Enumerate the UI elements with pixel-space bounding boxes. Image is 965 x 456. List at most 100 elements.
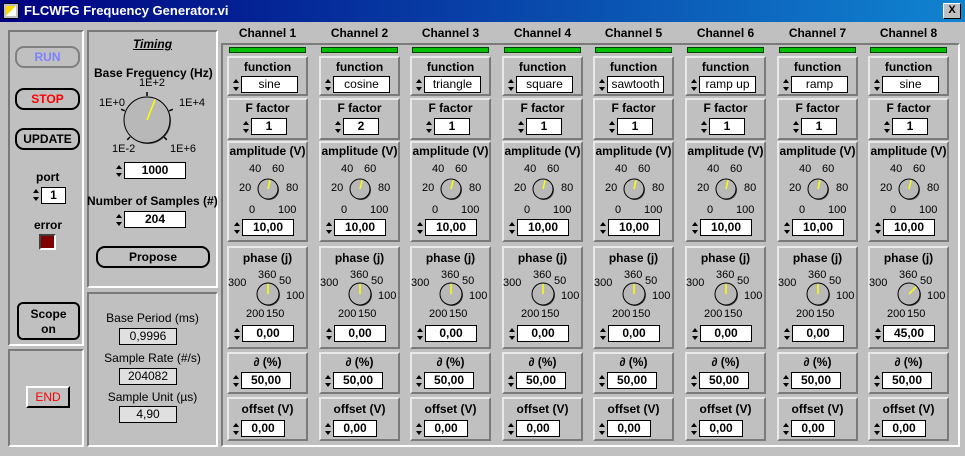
phase-value[interactable]: 0,00 — [517, 325, 569, 342]
duty-value[interactable]: 50,00 — [424, 372, 474, 389]
function-ring[interactable]: sine — [882, 76, 939, 93]
phase-stepper[interactable] — [875, 326, 882, 342]
offset-value[interactable]: 0,00 — [882, 420, 926, 437]
phase-knob[interactable] — [622, 282, 646, 306]
phase-stepper[interactable] — [509, 326, 516, 342]
function-stepper[interactable] — [599, 77, 606, 93]
offset-stepper[interactable] — [233, 421, 240, 437]
phase-stepper[interactable] — [326, 326, 333, 342]
ffactor-value[interactable]: 1 — [434, 118, 470, 135]
ffactor-stepper[interactable] — [518, 119, 525, 135]
duty-stepper[interactable] — [874, 373, 881, 389]
duty-value[interactable]: 50,00 — [791, 372, 841, 389]
amplitude-knob[interactable] — [715, 178, 737, 200]
amplitude-stepper[interactable] — [875, 220, 882, 236]
amplitude-stepper[interactable] — [417, 220, 424, 236]
function-ring[interactable]: ramp up — [699, 76, 756, 93]
amplitude-value[interactable]: 10,00 — [425, 219, 477, 236]
amplitude-knob[interactable] — [807, 178, 829, 200]
duty-stepper[interactable] — [416, 373, 423, 389]
function-stepper[interactable] — [691, 77, 698, 93]
ffactor-value[interactable]: 2 — [343, 118, 379, 135]
offset-stepper[interactable] — [416, 421, 423, 437]
amplitude-stepper[interactable] — [784, 220, 791, 236]
ffactor-value[interactable]: 1 — [709, 118, 745, 135]
duty-value[interactable]: 50,00 — [333, 372, 383, 389]
amplitude-stepper[interactable] — [234, 220, 241, 236]
ffactor-value[interactable]: 1 — [617, 118, 653, 135]
ffactor-stepper[interactable] — [426, 119, 433, 135]
phase-knob[interactable] — [897, 282, 921, 306]
function-ring[interactable]: sawtooth — [607, 76, 664, 93]
ffactor-value[interactable]: 1 — [892, 118, 928, 135]
amplitude-value[interactable]: 10,00 — [883, 219, 935, 236]
offset-stepper[interactable] — [508, 421, 515, 437]
offset-stepper[interactable] — [691, 421, 698, 437]
offset-value[interactable]: 0,00 — [424, 420, 468, 437]
amplitude-knob[interactable] — [440, 178, 462, 200]
phase-value[interactable]: 0,00 — [425, 325, 477, 342]
stop-button[interactable]: STOP — [15, 88, 80, 110]
close-button[interactable]: X — [943, 3, 961, 19]
amplitude-stepper[interactable] — [326, 220, 333, 236]
phase-knob[interactable] — [256, 282, 280, 306]
amplitude-value[interactable]: 10,00 — [608, 219, 660, 236]
duty-stepper[interactable] — [783, 373, 790, 389]
amplitude-knob[interactable] — [532, 178, 554, 200]
phase-knob[interactable] — [439, 282, 463, 306]
amplitude-knob[interactable] — [349, 178, 371, 200]
amplitude-stepper[interactable] — [509, 220, 516, 236]
base-frequency-knob[interactable] — [120, 92, 175, 148]
duty-stepper[interactable] — [233, 373, 240, 389]
ffactor-value[interactable]: 1 — [251, 118, 287, 135]
phase-stepper[interactable] — [784, 326, 791, 342]
duty-stepper[interactable] — [508, 373, 515, 389]
amplitude-value[interactable]: 10,00 — [700, 219, 752, 236]
base-frequency-stepper[interactable] — [116, 163, 123, 179]
run-button[interactable]: RUN — [15, 46, 80, 68]
samples-value[interactable]: 204 — [124, 211, 186, 228]
function-stepper[interactable] — [325, 77, 332, 93]
function-ring[interactable]: square — [516, 76, 573, 93]
amplitude-value[interactable]: 10,00 — [792, 219, 844, 236]
offset-value[interactable]: 0,00 — [333, 420, 377, 437]
phase-value[interactable]: 0,00 — [700, 325, 752, 342]
ffactor-value[interactable]: 1 — [801, 118, 837, 135]
offset-value[interactable]: 0,00 — [699, 420, 743, 437]
duty-value[interactable]: 50,00 — [516, 372, 566, 389]
amplitude-knob[interactable] — [257, 178, 279, 200]
duty-value[interactable]: 50,00 — [699, 372, 749, 389]
phase-value[interactable]: 0,00 — [792, 325, 844, 342]
function-ring[interactable]: ramp — [791, 76, 848, 93]
duty-stepper[interactable] — [599, 373, 606, 389]
update-button[interactable]: UPDATE — [15, 128, 80, 150]
offset-stepper[interactable] — [783, 421, 790, 437]
scope-on-button[interactable]: Scope on — [17, 302, 80, 340]
amplitude-value[interactable]: 10,00 — [334, 219, 386, 236]
phase-value[interactable]: 0,00 — [608, 325, 660, 342]
amplitude-stepper[interactable] — [692, 220, 699, 236]
amplitude-stepper[interactable] — [600, 220, 607, 236]
ffactor-stepper[interactable] — [243, 119, 250, 135]
function-stepper[interactable] — [508, 77, 515, 93]
amplitude-knob[interactable] — [898, 178, 920, 200]
duty-stepper[interactable] — [325, 373, 332, 389]
offset-value[interactable]: 0,00 — [516, 420, 560, 437]
base-frequency-value[interactable]: 1000 — [124, 162, 186, 179]
function-ring[interactable]: triangle — [424, 76, 481, 93]
offset-value[interactable]: 0,00 — [241, 420, 285, 437]
phase-value[interactable]: 45,00 — [883, 325, 935, 342]
offset-stepper[interactable] — [874, 421, 881, 437]
offset-stepper[interactable] — [325, 421, 332, 437]
ffactor-value[interactable]: 1 — [526, 118, 562, 135]
ffactor-stepper[interactable] — [335, 119, 342, 135]
amplitude-value[interactable]: 10,00 — [242, 219, 294, 236]
function-stepper[interactable] — [416, 77, 423, 93]
offset-value[interactable]: 0,00 — [791, 420, 835, 437]
port-stepper[interactable] — [33, 187, 40, 203]
port-value[interactable]: 1 — [41, 187, 66, 204]
offset-value[interactable]: 0,00 — [607, 420, 651, 437]
offset-stepper[interactable] — [599, 421, 606, 437]
ffactor-stepper[interactable] — [793, 119, 800, 135]
phase-knob[interactable] — [714, 282, 738, 306]
